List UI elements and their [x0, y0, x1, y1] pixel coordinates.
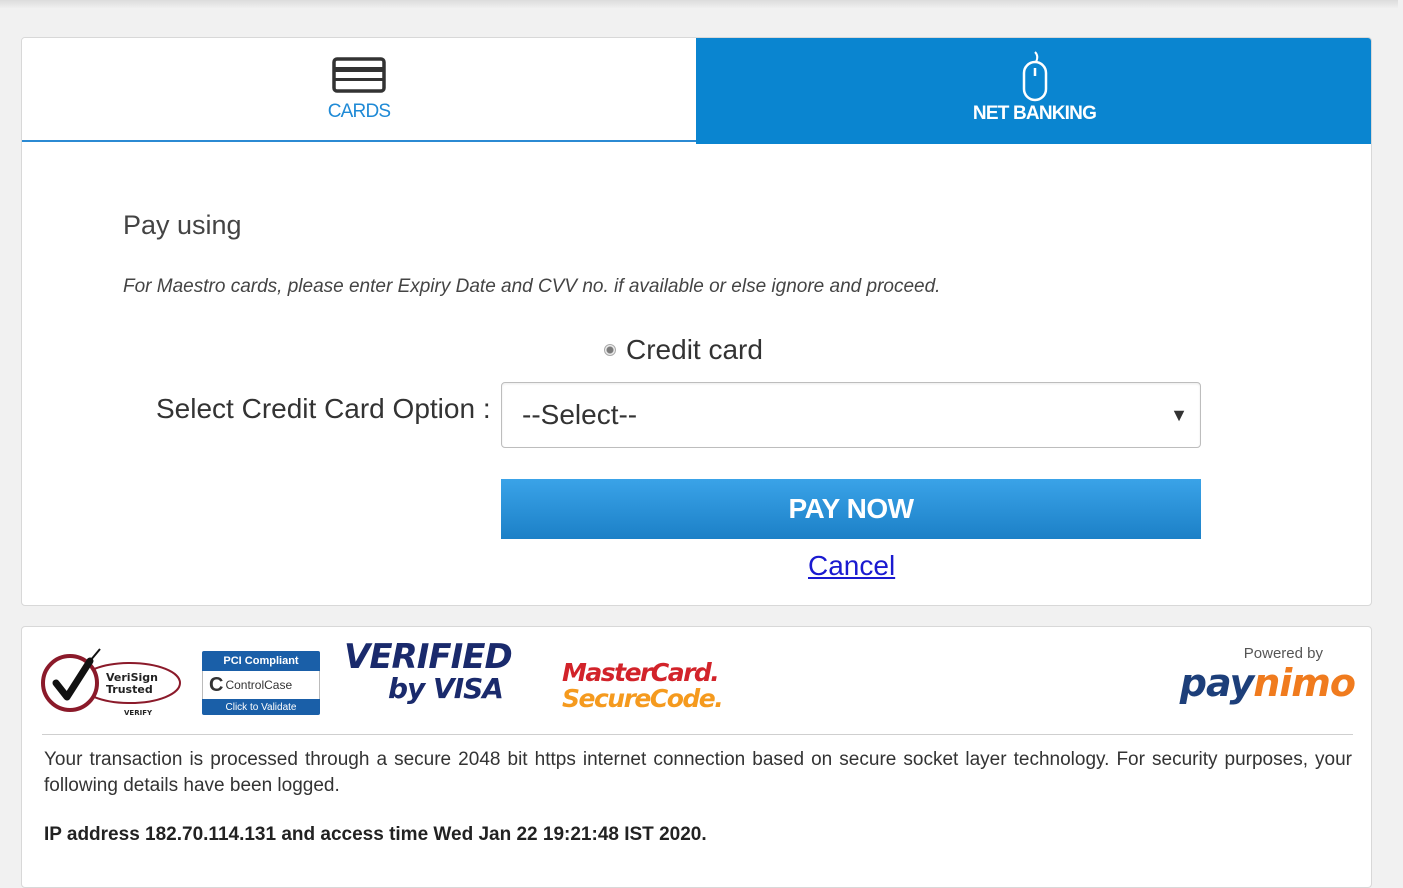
svg-text:VERIFY: VERIFY	[124, 709, 153, 717]
pay-now-button[interactable]: PAY NOW	[501, 479, 1201, 539]
dropdown-arrow-icon: ▼	[1170, 404, 1188, 425]
credit-card-radio-row[interactable]: Credit card	[604, 334, 763, 366]
credit-card-option-select[interactable]: --Select-- ▼	[501, 382, 1201, 448]
select-value: --Select--	[522, 399, 638, 430]
ip-address-text: IP address 182.70.114.131 and access tim…	[44, 824, 707, 845]
paynimo-nimo-text: nimo	[1253, 661, 1356, 705]
top-shadow	[0, 0, 1398, 8]
svg-text:Trusted: Trusted	[106, 683, 153, 696]
mouse-icon	[1007, 51, 1063, 102]
controlcase-name: ControlCase	[225, 678, 293, 692]
vbv-verified-text: VERIFIED	[344, 637, 513, 677]
security-logos: VeriSign Trusted VERIFY PCI Compliant C …	[22, 627, 1371, 734]
paynimo-logo: paynimo	[1179, 661, 1356, 705]
verified-by-visa-logo[interactable]: VERIFIED by VISA	[344, 639, 514, 719]
controlcase-text: C ControlCase	[202, 671, 320, 699]
mastercard-text: MasterCard.	[562, 658, 720, 687]
click-to-validate: Click to Validate	[202, 699, 320, 715]
cancel-link[interactable]: Cancel	[808, 550, 895, 582]
payment-tabs: CARDS NET BANKING	[22, 38, 1371, 144]
card-icon	[331, 55, 387, 95]
credit-card-radio[interactable]	[604, 344, 616, 356]
pci-compliant-badge[interactable]: PCI Compliant C ControlCase Click to Val…	[202, 651, 320, 715]
pay-using-heading: Pay using	[123, 210, 242, 240]
maestro-note: For Maestro cards, please enter Expiry D…	[123, 276, 941, 297]
securecode-text: SecureCode.	[562, 684, 724, 713]
tab-cards-label: CARDS	[327, 101, 391, 122]
credit-card-radio-label: Credit card	[626, 334, 763, 365]
tab-net-banking[interactable]: NET BANKING	[696, 38, 1371, 144]
paynimo-pay-text: pay	[1179, 661, 1254, 705]
footer-divider	[42, 734, 1353, 735]
pci-compliant-text: PCI Compliant	[202, 651, 320, 671]
mastercard-securecode-logo[interactable]: MasterCard. SecureCode.	[562, 658, 724, 713]
security-footer: VeriSign Trusted VERIFY PCI Compliant C …	[21, 626, 1372, 888]
vbv-by-visa-text: by VISA	[388, 672, 504, 705]
select-credit-card-label: Select Credit Card Option :	[156, 393, 491, 424]
powered-by-paynimo: Powered by paynimo	[1179, 645, 1356, 705]
verisign-trusted-logo[interactable]: VeriSign Trusted VERIFY	[40, 643, 185, 724]
tab-cards[interactable]: CARDS	[22, 38, 696, 142]
secure-connection-text: Your transaction is processed through a …	[44, 749, 1352, 796]
controlcase-letter: C	[209, 673, 224, 696]
powered-by-text: Powered by	[1243, 645, 1323, 662]
tab-net-banking-label: NET BANKING	[972, 103, 1097, 124]
payment-panel: CARDS NET BANKING Pay using For Maestro …	[21, 37, 1372, 606]
